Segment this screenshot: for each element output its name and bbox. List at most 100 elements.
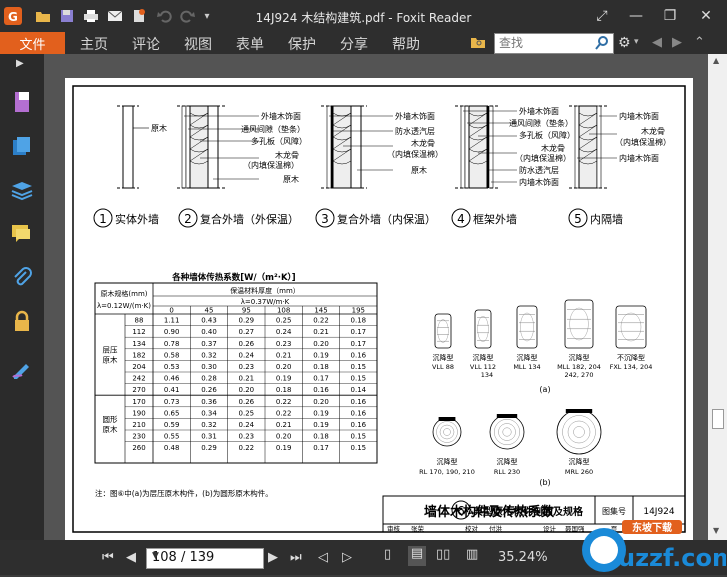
comments-icon[interactable] (8, 220, 36, 248)
close-button[interactable]: ✕ (696, 6, 716, 26)
facing-view-icon[interactable]: ▯▯ (436, 547, 450, 562)
wall-4-number: 4 (457, 212, 465, 226)
layers-pages-icon[interactable] (8, 132, 36, 160)
signature-icon[interactable] (8, 354, 36, 382)
titleblock-title: 墙体木构件及传热系数 (424, 504, 555, 520)
find-folder-icon[interactable] (470, 34, 488, 52)
continuous-facing-view-icon[interactable]: ▥ (466, 547, 478, 562)
vertical-scrollbar[interactable]: ▲ ▼ (708, 54, 727, 540)
prev-page-icon[interactable]: ◀ (126, 550, 136, 565)
titleblock-name-0: 张荣 (411, 524, 425, 533)
tab-form[interactable]: 表单 (236, 34, 264, 54)
tab-protect[interactable]: 保护 (288, 34, 316, 54)
log-section-b (489, 414, 525, 450)
log-section-b (432, 417, 462, 447)
table-cell: 0.36 (201, 398, 217, 406)
lock-icon[interactable] (8, 308, 36, 336)
restore-button[interactable]: ❐ (660, 6, 680, 26)
next-page-icon[interactable]: ▶ (268, 550, 278, 565)
attachment-icon[interactable] (8, 264, 36, 292)
log-a-spec-2: 134 (481, 371, 493, 379)
table-cell: 0.19 (276, 375, 292, 383)
search-input[interactable] (495, 34, 595, 51)
table-cell: 0.65 (164, 409, 180, 417)
titleblock-role-0: 审核 (387, 524, 401, 533)
tab-home[interactable]: 主页 (80, 34, 108, 54)
search-icon[interactable] (594, 35, 611, 52)
tab-share[interactable]: 分享 (340, 34, 368, 54)
wall-5-drawing: 内墙木饰面 木龙骨 （内填保温棉） 内墙木饰面 5 内隔墙 (568, 105, 671, 228)
wall-2-label-3: 木龙骨 (275, 150, 299, 160)
table-cell: 0.16 (351, 351, 367, 359)
scroll-up-icon[interactable]: ▲ (713, 56, 719, 65)
wall-2-label-2: 多孔板（风障） (251, 136, 307, 146)
table-cell: 0.24 (239, 351, 255, 359)
page-dropdown-icon[interactable]: ▼ (152, 551, 260, 561)
prev-result-icon[interactable]: ◀ (652, 35, 662, 50)
table-cell: 0.53 (164, 363, 180, 371)
expand-panel-icon[interactable]: ▶ (16, 58, 24, 69)
wall-3-number: 3 (321, 212, 329, 226)
scrollbar-thumb[interactable] (712, 409, 724, 429)
continuous-view-icon[interactable]: ▤ (408, 546, 426, 566)
log-a-spec: MLL 134 (513, 363, 540, 371)
table-row-size: 242 (132, 375, 145, 383)
log-a-name: 沉降型 (433, 353, 454, 362)
last-page-icon[interactable]: ⏭ (290, 550, 302, 565)
single-page-view-icon[interactable]: ▯ (384, 547, 391, 562)
fullscreen-icon[interactable]: ⤢ (592, 6, 612, 26)
tab-view[interactable]: 视图 (184, 34, 212, 54)
table-row-size: 230 (132, 433, 145, 441)
table-row-lambda: λ=0.12W/(m·K) (97, 302, 151, 310)
wall-2-label-4: （内填保温棉） (243, 160, 299, 170)
tab-comment[interactable]: 评论 (132, 34, 160, 54)
window-title: 14J924 木结构建筑.pdf - Foxit Reader (255, 11, 472, 25)
page-thumbnail-icon[interactable] (8, 88, 36, 116)
table-cell: 0.32 (201, 351, 217, 359)
table-cell: 0.21 (276, 421, 292, 429)
table-col-thickness: 145 (314, 307, 327, 315)
table-cell: 0.18 (276, 386, 292, 394)
wall-5-number: 5 (574, 212, 582, 226)
log-b-name: 沉降型 (569, 457, 590, 466)
table-cell: 0.21 (313, 328, 329, 336)
log-a-spec: VLL 88 (432, 363, 454, 371)
titleblock-role-1: 校对 (465, 524, 479, 533)
forward-view-icon[interactable]: ▷ (342, 550, 352, 565)
table-cell: 0.15 (351, 375, 367, 383)
table-cell: 0.16 (313, 386, 329, 394)
navigation-sidebar: ▶ (0, 54, 44, 540)
layers-icon[interactable] (8, 176, 36, 204)
wall-4-label-3: 木龙骨 (541, 143, 565, 153)
table-cell: 0.25 (239, 409, 255, 417)
table-cell: 0.40 (201, 328, 217, 336)
tab-help[interactable]: 帮助 (392, 34, 420, 54)
page-number-field[interactable]: 108 / 139 ▼ (146, 548, 264, 569)
collapse-ribbon-icon[interactable]: ⌃ (694, 35, 705, 50)
wall-4-label-4: （内填保温棉） (515, 153, 571, 163)
table-cell: 0.32 (201, 421, 217, 429)
minimize-button[interactable]: — (626, 6, 646, 26)
titleblock-name-1: 付洪 (489, 524, 503, 533)
table-cell: 0.23 (239, 433, 255, 441)
table-cell: 0.17 (351, 328, 367, 336)
ribbon-tabs: 文件 主页 评论 视图 表单 保护 分享 帮助 ⚙ ▾ ◀ ▶ ⌃ (0, 32, 727, 54)
table-cell: 0.16 (351, 398, 367, 406)
log-section-a (564, 299, 594, 349)
next-result-icon[interactable]: ▶ (672, 35, 682, 50)
drawing-sheet: 原木 1 实体外墙 外墙木饰面 通风间隙（垫条） 多孔板（风障） 木龙骨 （内填… (72, 85, 686, 533)
table-group-name-2: 原木 (103, 424, 118, 434)
table-cell: 0.16 (351, 409, 367, 417)
table-row-size: 112 (132, 328, 145, 336)
first-page-icon[interactable]: ⏮ (102, 550, 114, 565)
settings-dropdown-icon[interactable]: ▾ (634, 37, 639, 47)
wall-4-title: 框架外墙 (473, 212, 517, 226)
table-cell: 0.26 (201, 386, 217, 394)
tab-file[interactable]: 文件 (0, 32, 65, 54)
back-view-icon[interactable]: ◁ (318, 550, 328, 565)
table-cell: 0.19 (313, 421, 329, 429)
table-cell: 0.19 (276, 444, 292, 452)
gear-icon[interactable]: ⚙ (618, 35, 631, 51)
table-col-thickness: 95 (242, 307, 251, 315)
document-view[interactable]: 原木 1 实体外墙 外墙木饰面 通风间隙（垫条） 多孔板（风障） 木龙骨 （内填… (44, 54, 708, 540)
